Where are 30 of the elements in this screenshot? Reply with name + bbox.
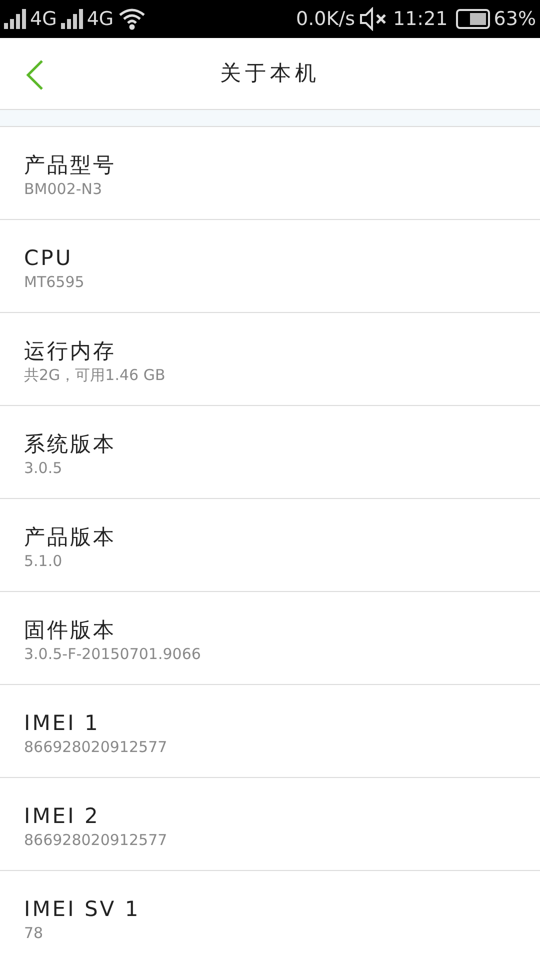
info-value: 3.0.5 — [24, 458, 62, 478]
battery-icon — [456, 9, 490, 29]
info-label: 产品版本 — [24, 524, 116, 551]
info-value: 866928020912577 — [24, 830, 168, 850]
network-speed: 0.0K/s — [296, 6, 355, 32]
muted-speaker-icon — [359, 7, 389, 31]
info-label: 运行内存 — [24, 338, 116, 365]
info-value: 5.1.0 — [24, 551, 62, 571]
wifi-icon — [118, 8, 146, 30]
info-label: 固件版本 — [24, 617, 116, 644]
battery-percent: 63% — [494, 6, 536, 32]
info-label: IMEI 2 — [24, 803, 100, 830]
info-value: BM002-N3 — [24, 179, 102, 199]
info-label: 系统版本 — [24, 431, 116, 458]
info-value: 78 — [24, 923, 44, 943]
signal-icon — [4, 9, 26, 29]
info-value: 共2G，可用1.46 GB — [24, 365, 166, 385]
info-label: IMEI 1 — [24, 710, 100, 737]
info-value: 866928020912577 — [24, 737, 168, 757]
network-label: 4G — [30, 6, 57, 32]
info-label: IMEI SV 1 — [24, 896, 140, 923]
info-value: MT6595 — [24, 272, 84, 292]
signal-icon — [60, 9, 83, 29]
info-label: CPU — [24, 245, 73, 272]
info-label: 产品型号 — [24, 152, 116, 179]
info-value: 3.0.5-F-20150701.9066 — [24, 644, 201, 664]
clock: 11:21 — [393, 6, 448, 32]
back-icon — [26, 59, 44, 91]
page-title: 关于本机 — [220, 60, 320, 87]
network-label: 4G — [86, 6, 114, 32]
